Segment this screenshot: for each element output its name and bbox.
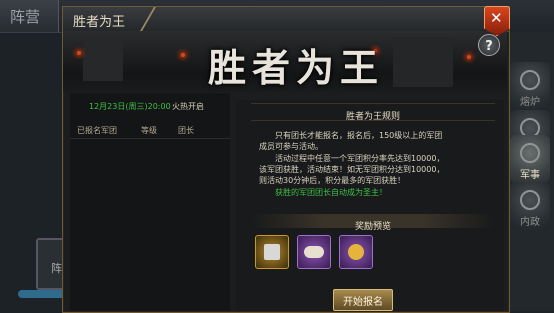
rule-line: 则活动30分钟后，积分最多的军团获胜！ [259, 176, 406, 185]
item-image [264, 244, 280, 260]
side-menu-label: 熔炉 [520, 97, 540, 108]
reward-header: 奖励预览 [251, 214, 495, 232]
military-icon [520, 143, 540, 163]
rule-line: 活动过程中任意一个军团积分率先达到10000， [275, 154, 445, 163]
item-image [348, 244, 364, 260]
column-header-leader: 团长 [178, 126, 194, 135]
event-banner: 胜者为王 [63, 31, 507, 92]
internal-affairs-icon [520, 190, 540, 210]
banner-ruin [393, 37, 453, 87]
event-status: 火热开启 [172, 102, 204, 111]
column-header-legion: 已报名军团 [77, 126, 117, 135]
forge-icon [520, 70, 540, 90]
banner-ruin [83, 41, 123, 81]
scroll-icon[interactable] [297, 235, 331, 269]
dialog-title: 胜者为王 [73, 15, 126, 30]
tab-camp-label: 阵营 [10, 8, 41, 26]
side-menu-internal[interactable]: 内政 [510, 182, 550, 230]
rule-highlight: 获胜的军团团长自动成为圣主！ [275, 188, 387, 197]
rule-line: 只有团长才能报名，报名后，150级以上的军团 [275, 131, 443, 140]
silver-chest-icon[interactable] [255, 235, 289, 269]
torch-light [181, 53, 185, 57]
side-menu-forge[interactable]: 熔炉 [510, 62, 550, 110]
column-header-level: 等级 [141, 126, 157, 135]
rules-header: 胜者为王规则 [251, 103, 495, 122]
torch-light [467, 55, 471, 59]
side-menu-military[interactable]: 军事 [510, 135, 550, 183]
torch-light [77, 51, 81, 55]
divider [70, 138, 230, 139]
background-progress-bar [18, 290, 68, 298]
start-registration-button[interactable]: 开始报名 [333, 289, 393, 311]
tab-camp[interactable]: 阵营 [0, 0, 59, 32]
help-icon: ? [485, 39, 493, 54]
banner-title: 胜者为王 [208, 45, 385, 90]
help-button[interactable]: ? [478, 34, 500, 56]
side-menu-label: 军事 [520, 170, 540, 181]
event-time: 12月23日(周三)20:00 [89, 102, 171, 111]
reward-header-label: 奖励预览 [354, 222, 391, 232]
title-divider [140, 7, 168, 31]
rule-line: 成员可参与活动。 [259, 142, 323, 151]
background-card-label: 阵 [51, 262, 62, 275]
side-menu-label: 内政 [520, 217, 540, 228]
dialog-header: 胜者为王 [63, 7, 509, 32]
rule-line: 该军团获胜，活动结束！如无军团积分达到10000， [259, 165, 445, 174]
rules-header-label: 胜者为王规则 [345, 112, 400, 122]
medal-icon[interactable] [339, 235, 373, 269]
close-icon: ✕ [490, 9, 503, 27]
item-image [304, 246, 324, 258]
start-registration-label: 开始报名 [343, 297, 383, 308]
